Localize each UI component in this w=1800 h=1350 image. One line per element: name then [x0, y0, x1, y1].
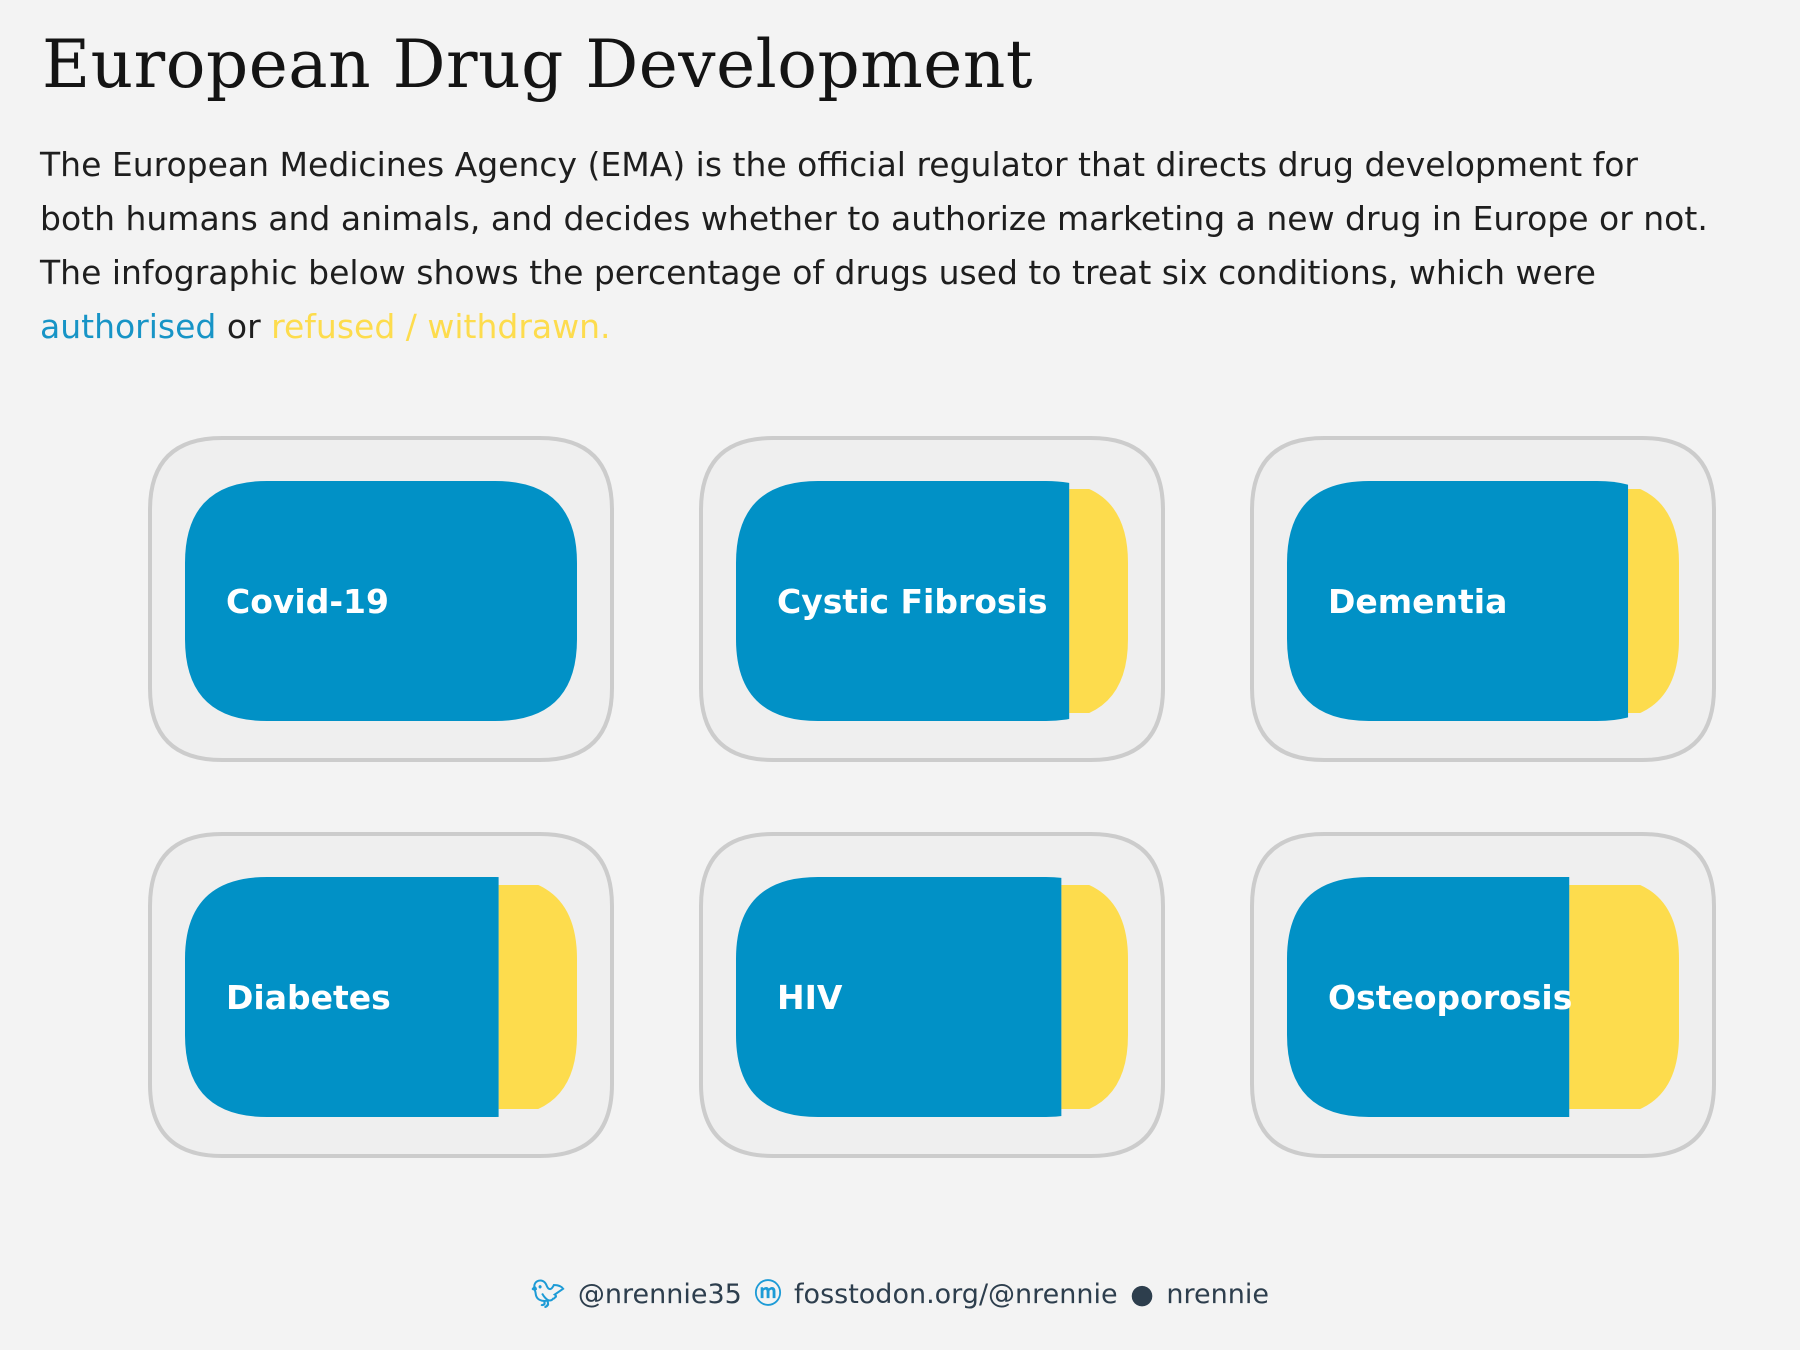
bar-refused-cystic-fibrosis [1069, 489, 1128, 713]
bar-refused-osteoporosis [1569, 885, 1679, 1109]
pill-label-cystic-fibrosis: Cystic Fibrosis [777, 582, 1048, 621]
bar-refused-dementia [1628, 489, 1679, 713]
pill-label-osteoporosis: Osteoporosis [1328, 978, 1572, 1017]
github-icon[interactable]: ● [1130, 1279, 1154, 1310]
bar-refused-hiv [1061, 885, 1128, 1109]
mastodon-handle[interactable]: fosstodon.org/@nrennie [794, 1279, 1118, 1310]
twitter-handle[interactable]: @nrennie35 [578, 1279, 742, 1310]
bar-refused-diabetes [498, 885, 577, 1109]
pill-label-dementia: Dementia [1328, 582, 1507, 621]
pill-label-diabetes: Diabetes [226, 978, 391, 1017]
pill-label-covid-19: Covid-19 [226, 582, 389, 621]
pill-label-hiv: HIV [777, 978, 843, 1017]
twitter-icon[interactable]: 🐦︎ [531, 1279, 565, 1310]
mastodon-icon[interactable]: ⓜ [754, 1279, 781, 1310]
footer-credits: 🐦︎ @nrennie35 ⓜ fosstodon.org/@nrennie ●… [0, 1272, 1800, 1311]
pill-chart: Covid-19 Cystic Fibrosis Dementia Diabetes H… [148, 436, 1716, 1158]
github-handle[interactable]: nrennie [1166, 1279, 1269, 1310]
